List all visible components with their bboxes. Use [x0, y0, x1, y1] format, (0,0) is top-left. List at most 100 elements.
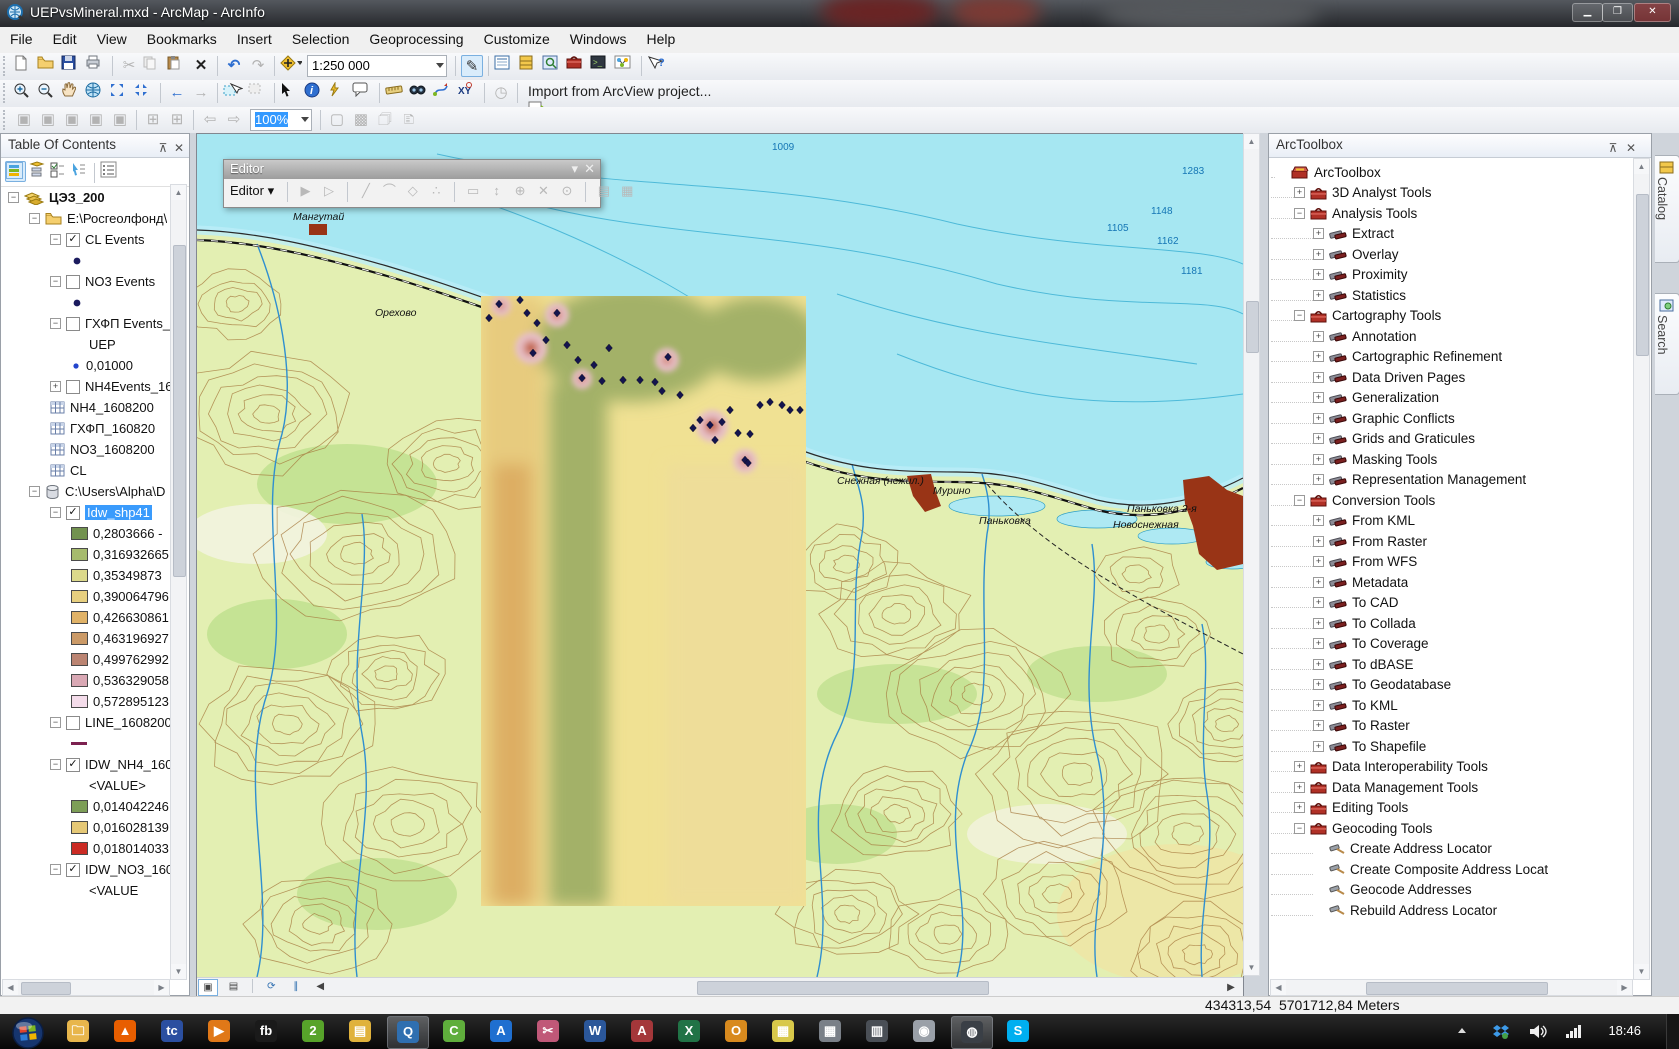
menu-file[interactable]: File [0, 27, 43, 51]
toolbox-item-label[interactable]: From KML [1352, 513, 1415, 528]
toc-item-cl-events[interactable]: −✓CL Events [2, 229, 170, 250]
menu-bookmarks[interactable]: Bookmarks [137, 27, 227, 51]
toolbox-item-proximity[interactable]: +Proximity [1271, 265, 1633, 286]
pin-icon[interactable]: ⊼ [1605, 137, 1621, 159]
toc-item-0-390064796[interactable]: 0,390064796 [2, 586, 170, 607]
layout-zoom-combo[interactable]: 100% [250, 109, 312, 131]
toolbox-item-metadata[interactable]: +Metadata [1271, 572, 1633, 593]
expand-icon[interactable]: + [1313, 331, 1324, 342]
expand-icon[interactable]: + [1313, 515, 1324, 526]
layer-checkbox[interactable] [66, 317, 80, 331]
toc-item-label[interactable]: 0,2803666 - [93, 526, 162, 541]
toolbox-item-label[interactable]: Representation Management [1352, 472, 1526, 487]
delete-icon[interactable]: ✕ [190, 55, 212, 77]
toc-item-c-users-alpha-d[interactable]: −C:\Users\Alpha\D [2, 481, 170, 502]
toc-item-0-536329058[interactable]: 0,536329058 [2, 670, 170, 691]
taskbar-vlc[interactable]: ▲ [105, 1016, 145, 1047]
toolbox-item-label[interactable]: From Raster [1352, 534, 1427, 549]
toc-item-label[interactable]: UEP [89, 337, 116, 352]
toc-item-label[interactable]: IDW_NO3_160 [85, 862, 170, 877]
toolbox-item-to-kml[interactable]: +To KML [1271, 695, 1633, 716]
maximize-button[interactable]: ❐ [1602, 3, 1633, 22]
toolbox-item-to-geodatabase[interactable]: +To Geodatabase [1271, 675, 1633, 696]
toc-item-label[interactable]: 0,499762992 [93, 652, 169, 667]
toc-item-idw_nh4_160[interactable]: −✓IDW_NH4_160 [2, 754, 170, 775]
toc-item-0-572895123[interactable]: 0,572895123 [2, 691, 170, 712]
toc-item-0-01000[interactable]: 0,01000 [2, 355, 170, 376]
toc-item-label[interactable]: <VALUE> [89, 778, 146, 793]
go-back-extent-icon[interactable]: ⇦ [199, 109, 221, 131]
taskbar-browser[interactable]: ◍ [951, 1016, 993, 1049]
toolbox-item-label[interactable]: Conversion Tools [1332, 493, 1435, 508]
toolbox-item-label[interactable]: To KML [1352, 698, 1398, 713]
add-data-icon[interactable] [280, 55, 302, 77]
scroll-left-button[interactable]: ◀ [1271, 980, 1286, 995]
toolbox-item-to-collada[interactable]: +To Collada [1271, 613, 1633, 634]
toolbox-item-label[interactable]: Editing Tools [1332, 800, 1408, 815]
taskbar-2gis[interactable]: 2 [293, 1016, 333, 1047]
toc-item-0-016028139[interactable]: 0,016028139 [2, 817, 170, 838]
menu-edit[interactable]: Edit [43, 27, 87, 51]
taskbar-explorer[interactable]: 🗀 [58, 1016, 98, 1047]
close-icon[interactable]: ✕ [584, 160, 595, 178]
editor-menu-button[interactable]: Editor ▾ [230, 183, 274, 199]
refresh-view-button[interactable]: ⟳ [262, 979, 280, 994]
taskbar-clock[interactable]: 18:46 [1608, 1023, 1641, 1038]
sketch-properties-icon[interactable]: ▦ [618, 179, 637, 203]
vertex-tool-icon[interactable]: ⊙ [557, 179, 576, 203]
toc-item-label[interactable]: 0,316932665 [93, 547, 169, 562]
edit-tool-icon[interactable]: ▶ [296, 179, 315, 203]
toolbox-item-label[interactable]: Statistics [1352, 288, 1406, 303]
pan-icon[interactable] [61, 82, 83, 104]
expand-icon[interactable]: + [1313, 290, 1324, 301]
toc-horizontal-scrollbar[interactable]: ◀ ▶ [2, 979, 170, 996]
toc-item-label[interactable]: ГХФП Events_1 [85, 316, 170, 331]
scroll-up-button[interactable]: ▲ [1634, 159, 1649, 174]
collapse-icon[interactable]: − [50, 507, 61, 518]
toc-item-label[interactable]: 0,01000 [86, 358, 133, 373]
toc-item-label[interactable]: NO3_1608200 [70, 442, 155, 457]
list-by-visibility-icon[interactable] [49, 161, 68, 180]
save-icon[interactable] [61, 55, 83, 77]
find-icon[interactable] [409, 82, 431, 104]
toc-item-label[interactable]: 0,536329058 [93, 673, 169, 688]
search-window-icon[interactable] [542, 55, 564, 77]
scroll-thumb[interactable] [1366, 982, 1548, 995]
toolbox-item-cartography-tools[interactable]: −Cartography Tools [1271, 306, 1633, 327]
toolbox-item-data-interoperability-tools[interactable]: +Data Interoperability Tools [1271, 757, 1633, 778]
forward-extent-icon[interactable]: → [190, 82, 212, 104]
taskbar-outlook[interactable]: O [716, 1016, 756, 1047]
taskbar-word[interactable]: W [575, 1016, 615, 1047]
toc-item-e-росгеолфонд-[interactable]: −E:\Росгеолфонд\ [2, 208, 170, 229]
expand-icon[interactable]: + [1313, 577, 1324, 588]
toc-item-label[interactable]: 0,014042246 [93, 799, 169, 814]
toc-item-nh4_1608200[interactable]: NH4_1608200 [2, 397, 170, 418]
expand-icon[interactable]: + [1313, 618, 1324, 629]
expand-icon[interactable]: + [1313, 597, 1324, 608]
toc-item-label[interactable]: NH4_1608200 [70, 400, 154, 415]
toc-options-icon[interactable] [100, 161, 119, 180]
toolbox-item-geocoding-tools[interactable]: −Geocoding Tools [1271, 818, 1633, 839]
toolbox-item-generalization[interactable]: +Generalization [1271, 388, 1633, 409]
toc-item-symbol[interactable] [2, 250, 170, 271]
map-vertical-scrollbar[interactable]: ▲ ▼ [1243, 133, 1260, 976]
toolbox-item-label[interactable]: Overlay [1352, 247, 1399, 262]
taskbar-media-library[interactable]: ▥ [857, 1016, 897, 1047]
taskbar-arccatalog[interactable]: ▤ [340, 1016, 380, 1047]
fixed-zoom-out-icon[interactable] [133, 82, 155, 104]
toc-item-nh4events_16[interactable]: +NH4Events_16 [2, 376, 170, 397]
close-button[interactable]: ✕ [1634, 3, 1671, 22]
expand-icon[interactable]: + [1313, 413, 1324, 424]
toc-item-label[interactable]: 0,463196927 [93, 631, 169, 646]
toc-item-0-499762992[interactable]: 0,499762992 [2, 649, 170, 670]
collapse-icon[interactable]: − [50, 717, 61, 728]
scroll-up-button[interactable]: ▲ [171, 185, 186, 200]
print-icon[interactable] [85, 55, 107, 77]
taskbar-foobar2000[interactable]: fb [246, 1016, 286, 1047]
time-slider-icon[interactable]: ◷ [490, 82, 512, 104]
toc-item-0-35349873[interactable]: 0,35349873 [2, 565, 170, 586]
catalog-window-icon[interactable] [518, 55, 540, 77]
menu-customize[interactable]: Customize [474, 27, 560, 51]
toc-item--value-[interactable]: <VALUE> [2, 775, 170, 796]
map-scale-combo[interactable]: 1:250 000 [307, 55, 447, 77]
